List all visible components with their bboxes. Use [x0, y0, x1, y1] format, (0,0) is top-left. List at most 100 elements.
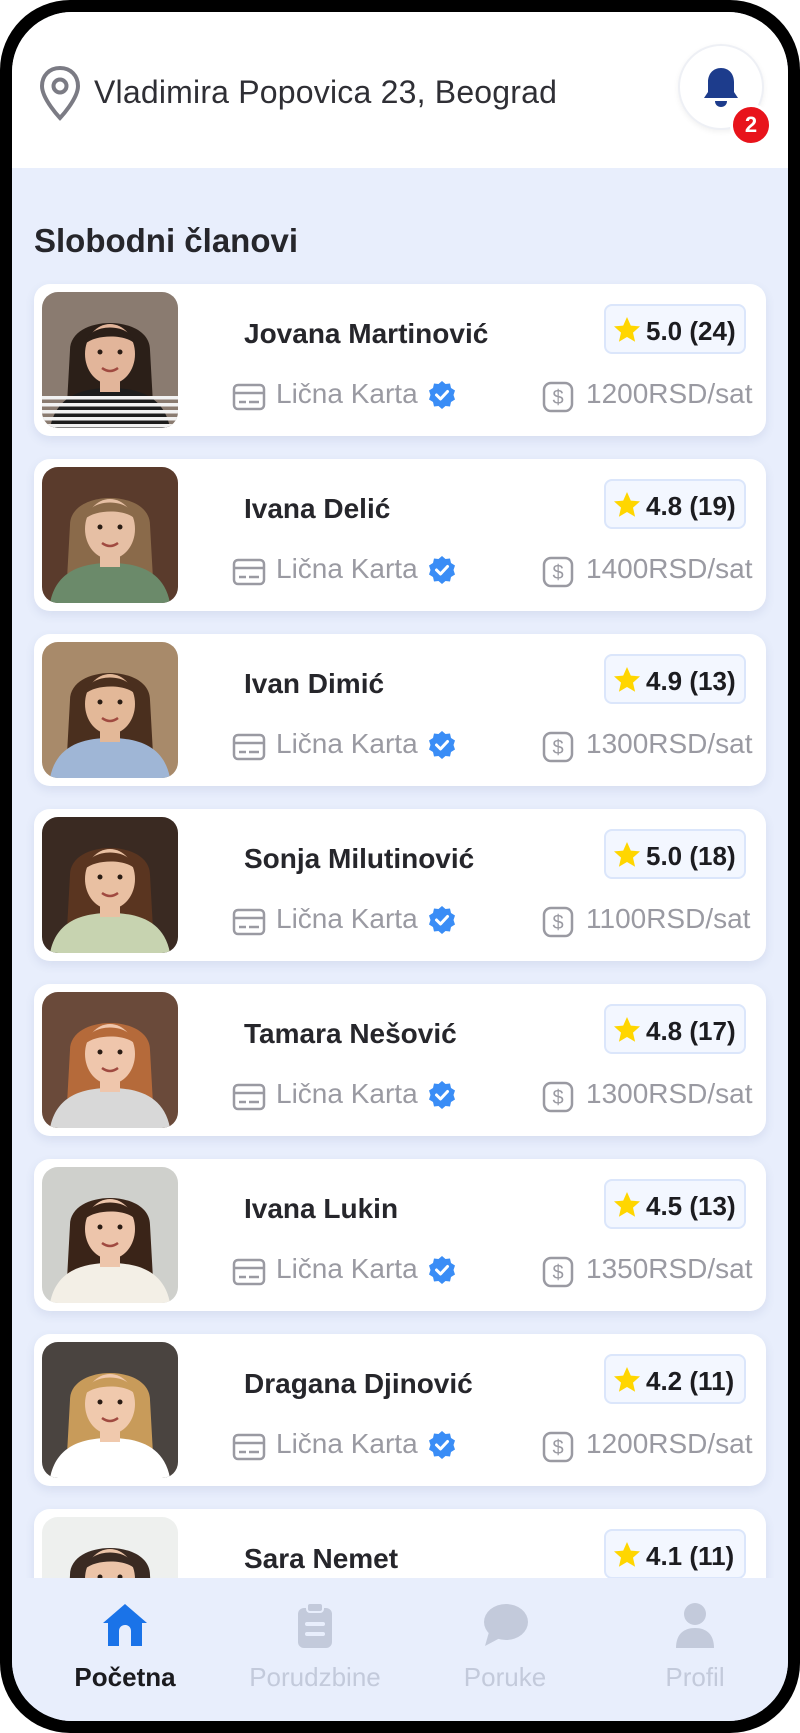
notifications-button[interactable]: 2	[678, 44, 772, 146]
avatar	[42, 992, 178, 1128]
star-icon	[614, 1367, 640, 1392]
review-count: (17)	[689, 1016, 736, 1046]
bell-icon	[704, 68, 738, 107]
nav-label-orders: Porudzbine	[249, 1662, 381, 1692]
nav-item-messages[interactable]: Poruke	[410, 1578, 600, 1721]
hourly-price: 1300RSD/sat	[586, 1078, 753, 1109]
hourly-price: 1400RSD/sat	[586, 553, 753, 584]
avatar	[42, 642, 178, 778]
member-card[interactable]: Ivana Delić 4.8 (19) Lična Karta $ 1400R…	[34, 459, 766, 611]
verified-badge-icon	[429, 1256, 455, 1284]
member-card[interactable]: Ivana Lukin 4.5 (13) Lična Karta $ 1350R…	[34, 1159, 766, 1311]
id-card-icon	[232, 733, 266, 761]
rating-badge: 4.2 (11)	[604, 1354, 746, 1404]
phone-frame: Vladimira Popovica 23, Beograd 2 Slobodn…	[0, 0, 800, 1733]
avatar	[42, 292, 178, 428]
svg-text:$: $	[552, 737, 563, 759]
nav-item-orders[interactable]: Porudzbine	[220, 1578, 410, 1721]
id-verification-label: Lična Karta	[276, 553, 418, 584]
id-verification-label: Lična Karta	[276, 1253, 418, 1284]
rating-text: 4.8 (19)	[646, 491, 736, 522]
app-screen: Vladimira Popovica 23, Beograd 2 Slobodn…	[12, 12, 788, 1721]
star-icon	[614, 1192, 640, 1217]
top-bar: Vladimira Popovica 23, Beograd 2	[12, 12, 788, 168]
svg-text:$: $	[552, 1262, 563, 1284]
rating-value: 4.9	[646, 666, 683, 696]
avatar	[42, 1342, 178, 1478]
review-count: (13)	[689, 1191, 736, 1221]
svg-text:$: $	[552, 562, 563, 584]
member-name: Ivana Delić	[244, 493, 391, 524]
id-card-icon	[232, 1083, 266, 1111]
star-icon	[614, 492, 640, 517]
current-address[interactable]: Vladimira Popovica 23, Beograd	[94, 74, 557, 111]
verified-badge-icon	[429, 1431, 455, 1459]
hourly-price: 1300RSD/sat	[586, 728, 753, 759]
rating-badge: 5.0 (24)	[604, 304, 746, 354]
rating-badge: 4.8 (17)	[604, 1004, 746, 1054]
dollar-icon: $	[542, 1431, 574, 1463]
svg-text:$: $	[552, 1437, 563, 1459]
member-card[interactable]: Ivan Dimić 4.9 (13) Lična Karta $ 1300RS…	[34, 634, 766, 786]
star-icon	[614, 1017, 640, 1042]
member-name: Sonja Milutinović	[244, 843, 475, 874]
rating-text: 5.0 (24)	[646, 316, 736, 347]
dollar-icon: $	[542, 381, 574, 413]
rating-value: 4.2	[646, 1366, 683, 1396]
bottom-navigation: Početna Porudzbine Poruke Profil	[12, 1578, 788, 1721]
verified-badge-icon	[429, 1081, 455, 1109]
rating-value: 5.0	[646, 316, 683, 346]
rating-text: 4.2 (11)	[646, 1366, 734, 1397]
member-name: Jovana Martinović	[244, 318, 489, 349]
svg-text:$: $	[552, 912, 563, 934]
member-card[interactable]: Sonja Milutinović 5.0 (18) Lična Karta $…	[34, 809, 766, 961]
clipboard-icon	[298, 1602, 332, 1648]
verified-badge-icon	[429, 556, 455, 584]
star-icon	[614, 667, 640, 692]
member-name: Dragana Djinović	[244, 1368, 473, 1399]
rating-text: 4.5 (13)	[646, 1191, 736, 1222]
avatar	[42, 817, 178, 953]
member-card[interactable]: Dragana Djinović 4.2 (11) Lična Karta $ …	[34, 1334, 766, 1486]
star-icon	[614, 842, 640, 867]
member-card[interactable]: Jovana Martinović 5.0 (24) Lična Karta $…	[34, 284, 766, 436]
rating-value: 4.1	[646, 1541, 683, 1571]
id-card-icon	[232, 1433, 266, 1461]
member-name: Sara Nemet	[244, 1543, 399, 1574]
nav-item-profile[interactable]: Profil	[600, 1578, 788, 1721]
id-verification-label: Lična Karta	[276, 903, 418, 934]
review-count: (11)	[689, 1366, 735, 1396]
hourly-price: 1350RSD/sat	[586, 1253, 753, 1284]
rating-badge: 4.1 (11)	[604, 1529, 746, 1579]
id-card-icon	[232, 383, 266, 411]
review-count: (13)	[689, 666, 736, 696]
dollar-icon: $	[542, 556, 574, 588]
dollar-icon: $	[542, 1081, 574, 1113]
member-name: Ivan Dimić	[244, 668, 385, 699]
member-name: Ivana Lukin	[244, 1193, 399, 1224]
notification-count-badge: 2	[730, 104, 772, 146]
rating-badge: 5.0 (18)	[604, 829, 746, 879]
dollar-icon: $	[542, 1256, 574, 1288]
nav-label-messages: Poruke	[463, 1662, 547, 1692]
chat-bubble-icon	[484, 1604, 528, 1646]
dollar-icon: $	[542, 906, 574, 938]
id-verification-label: Lična Karta	[276, 728, 418, 759]
star-icon	[614, 1542, 640, 1567]
svg-text:$: $	[552, 387, 563, 409]
hourly-price: 1200RSD/sat	[586, 1428, 753, 1459]
section-title: Slobodni članovi	[34, 222, 299, 259]
nav-label-home: Početna	[74, 1662, 176, 1692]
star-icon	[614, 317, 640, 342]
svg-text:$: $	[552, 1087, 563, 1109]
id-card-icon	[232, 558, 266, 586]
member-card[interactable]: Tamara Nešović 4.8 (17) Lična Karta $ 13…	[34, 984, 766, 1136]
hourly-price: 1100RSD/sat	[586, 903, 751, 934]
verified-badge-icon	[429, 906, 455, 934]
review-count: (19)	[689, 491, 736, 521]
id-card-icon	[232, 908, 266, 936]
nav-item-home[interactable]: Početna	[30, 1578, 220, 1721]
review-count: (18)	[689, 841, 736, 871]
dollar-icon: $	[542, 731, 574, 763]
location-pin-icon[interactable]	[37, 64, 83, 124]
